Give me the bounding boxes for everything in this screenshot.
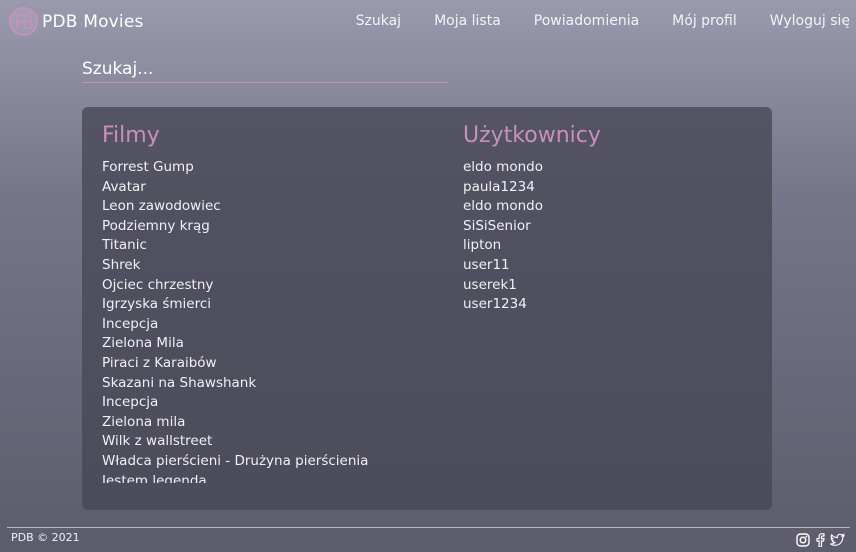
search-results-panel: Filmy Forrest Gump Avatar Leon zawodowiec P… — [82, 107, 772, 510]
nav-links: Szukaj Moja lista Powiadomienia Mój prof… — [323, 13, 850, 29]
movie-result-item[interactable]: Leon zawodowiec — [102, 197, 432, 217]
movies-column: Filmy Forrest Gump Avatar Leon zawodowiec P… — [102, 123, 432, 483]
movie-result-item[interactable]: Jestem legenda — [102, 472, 432, 484]
footer: PDB © 2021 — [7, 527, 850, 552]
movie-result-item[interactable]: Incepcja — [102, 315, 432, 335]
user-result-item[interactable]: user11 — [463, 256, 753, 276]
social-links — [791, 532, 846, 551]
movie-result-item[interactable]: Zielona mila — [102, 413, 432, 433]
movie-result-item[interactable]: Titanic — [102, 236, 432, 256]
brand[interactable]: PDB Movies — [9, 7, 144, 36]
brand-title: PDB Movies — [42, 11, 144, 32]
facebook-icon[interactable] — [815, 532, 825, 551]
user-result-item[interactable]: user1234 — [463, 295, 753, 315]
search-input[interactable] — [82, 57, 448, 81]
user-result-item[interactable]: userek1 — [463, 276, 753, 296]
user-result-item[interactable]: eldo mondo — [463, 197, 753, 217]
movie-result-item[interactable]: Avatar — [102, 178, 432, 198]
instagram-icon[interactable] — [796, 532, 810, 551]
nav-my-list-link[interactable]: Moja lista — [434, 13, 501, 29]
movie-result-item[interactable]: Podziemny krąg — [102, 217, 432, 237]
nav-notifications-link[interactable]: Powiadomienia — [534, 13, 639, 29]
movie-result-item[interactable]: Igrzyska śmierci — [102, 295, 432, 315]
pdb-logo-icon — [9, 7, 38, 36]
movie-result-item[interactable]: Władca pierścieni - Drużyna pierścienia — [102, 452, 432, 472]
movie-result-item[interactable]: Forrest Gump — [102, 158, 432, 178]
movie-result-item[interactable]: Incepcja — [102, 393, 432, 413]
movie-result-item[interactable]: Shrek — [102, 256, 432, 276]
nav-profile-link[interactable]: Mój profil — [672, 13, 737, 29]
users-heading: Użytkownicy — [463, 123, 601, 148]
user-result-item[interactable]: SiSiSenior — [463, 217, 753, 237]
nav-search-link[interactable]: Szukaj — [356, 13, 401, 29]
movie-result-item[interactable]: Skazani na Shawshank — [102, 374, 432, 394]
movie-result-item[interactable]: Piraci z Karaibów — [102, 354, 432, 374]
nav-logout-link[interactable]: Wyloguj się — [770, 13, 850, 29]
movie-result-item[interactable]: Ojciec chrzestny — [102, 276, 432, 296]
user-result-item[interactable]: eldo mondo — [463, 158, 753, 178]
navbar: PDB Movies Szukaj Moja lista Powiadomien… — [0, 0, 856, 44]
users-column: Użytkownicy eldo mondo paula1234 eldo mond… — [463, 123, 753, 315]
movie-result-item[interactable]: Wilk z wallstreet — [102, 432, 432, 452]
copyright-text: PDB © 2021 — [11, 531, 80, 544]
user-result-item[interactable]: lipton — [463, 236, 753, 256]
twitter-icon[interactable] — [828, 532, 846, 551]
movies-heading: Filmy — [102, 123, 160, 148]
users-list: eldo mondo paula1234 eldo mondo SiSiSenior l… — [463, 158, 753, 315]
movie-result-item[interactable]: Zielona Mila — [102, 334, 432, 354]
movies-list: Forrest Gump Avatar Leon zawodowiec Podziem… — [102, 158, 432, 483]
search-field — [82, 57, 448, 83]
user-result-item[interactable]: paula1234 — [463, 178, 753, 198]
